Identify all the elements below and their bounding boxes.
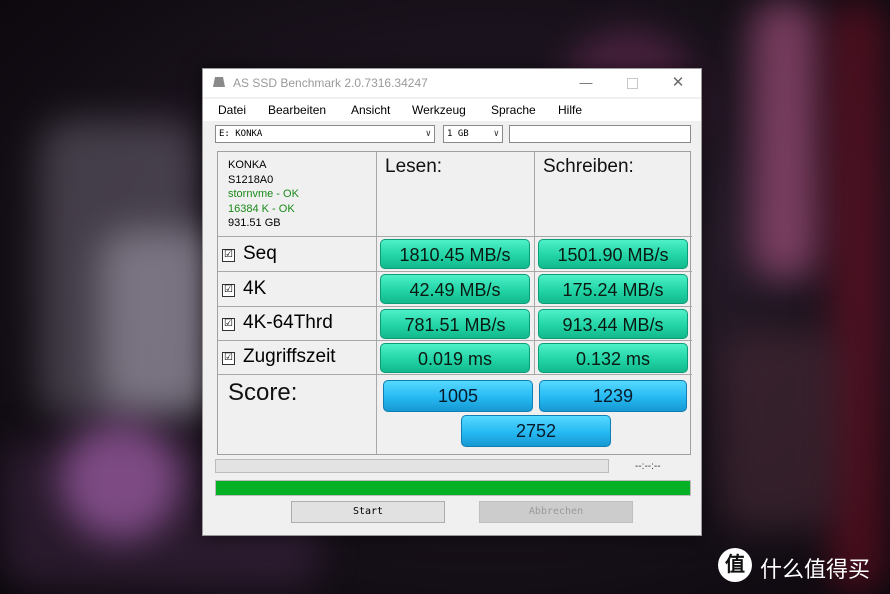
total-progress-bar — [215, 480, 691, 496]
4k64-test-label[interactable]: ☑ 4K-64Thrd — [222, 312, 333, 334]
start-button[interactable]: Start — [291, 501, 445, 523]
4k-label-text: 4K — [243, 278, 267, 299]
access-write-cell: 0.132 ms — [535, 341, 692, 375]
write-column-header: Schreiben: — [543, 156, 634, 177]
test-progress-bar — [215, 459, 609, 473]
chevron-down-icon: ∨ — [425, 129, 431, 139]
4k-read-result: 42.49 MB/s — [380, 274, 530, 304]
menu-ansicht[interactable]: Ansicht — [351, 103, 390, 117]
seq-write-result: 1501.90 MB/s — [538, 239, 688, 269]
menu-bar: Datei Bearbeiten Ansicht Werkzeug Sprach… — [203, 99, 701, 121]
drive-select-value: E: KONKA — [219, 129, 263, 139]
4k64-read-result: 781.51 MB/s — [380, 309, 530, 339]
access-read-result: 0.019 ms — [380, 343, 530, 373]
as-ssd-window: AS SSD Benchmark 2.0.7316.34247 — ✕ Date… — [202, 68, 702, 536]
size-select[interactable]: 1 GB ∨ — [443, 125, 503, 143]
drive-info-panel: KONKA S1218A0 stornvme - OK 16384 K - OK… — [218, 152, 377, 237]
drive-name: KONKA — [228, 159, 267, 171]
access-read-cell: 0.019 ms — [377, 341, 535, 375]
close-button[interactable]: ✕ — [655, 69, 701, 97]
4k-test-label[interactable]: ☑ 4K — [222, 278, 266, 300]
4k64-label-text: 4K-64Thrd — [243, 312, 333, 333]
checkbox-icon[interactable]: ☑ — [222, 318, 235, 331]
checkbox-icon[interactable]: ☑ — [222, 249, 235, 262]
chevron-down-icon: ∨ — [493, 129, 499, 139]
app-icon — [213, 77, 225, 87]
4k-write-result: 175.24 MB/s — [538, 274, 688, 304]
menu-sprache[interactable]: Sprache — [491, 103, 536, 117]
4k64-write-cell: 913.44 MB/s — [535, 307, 692, 341]
write-header-cell: Schreiben: — [535, 152, 692, 237]
seq-label-text: Seq — [243, 243, 277, 264]
4k-read-cell: 42.49 MB/s — [377, 272, 535, 307]
test-row-4k: ☑ 4K — [218, 272, 377, 307]
test-row-4k64: ☑ 4K-64Thrd — [218, 307, 377, 341]
seq-write-cell: 1501.90 MB/s — [535, 237, 692, 272]
abort-button[interactable]: Abbrechen — [479, 501, 633, 523]
checkbox-icon[interactable]: ☑ — [222, 352, 235, 365]
window-title: AS SSD Benchmark 2.0.7316.34247 — [233, 76, 428, 90]
menu-bearbeiten[interactable]: Bearbeiten — [268, 103, 326, 117]
size-select-value: 1 GB — [447, 129, 469, 139]
elapsed-time: --:--:-- — [635, 461, 661, 472]
total-progress-fill — [216, 481, 690, 495]
score-read: 1005 — [383, 380, 533, 412]
score-write: 1239 — [539, 380, 687, 412]
info-text-field[interactable] — [509, 125, 691, 143]
drive-firmware: S1218A0 — [228, 173, 274, 186]
score-label-cell: Score: — [218, 375, 377, 454]
seq-read-cell: 1810.45 MB/s — [377, 237, 535, 272]
alignment-status: 16384 K - OK — [228, 202, 295, 215]
drive-capacity: 931.51 GB — [228, 217, 281, 229]
test-row-access: ☑ Zugriffszeit — [218, 341, 377, 375]
read-column-header: Lesen: — [385, 156, 443, 177]
score-total: 2752 — [461, 415, 611, 447]
read-header-cell: Lesen: — [377, 152, 535, 237]
minimize-button[interactable]: — — [563, 69, 609, 97]
menu-datei[interactable]: Datei — [218, 103, 246, 117]
seq-test-label[interactable]: ☑ Seq — [222, 243, 277, 265]
score-panel: 1005 1239 2752 — [377, 375, 692, 454]
maximize-button[interactable] — [609, 69, 655, 97]
checkbox-icon[interactable]: ☑ — [222, 284, 235, 297]
4k64-read-cell: 781.51 MB/s — [377, 307, 535, 341]
results-grid: KONKA S1218A0 stornvme - OK 16384 K - OK… — [217, 151, 692, 455]
4k64-write-result: 913.44 MB/s — [538, 309, 688, 339]
4k-write-cell: 175.24 MB/s — [535, 272, 692, 307]
access-label-text: Zugriffszeit — [243, 346, 336, 367]
maximize-icon — [626, 78, 638, 90]
test-row-seq: ☑ Seq — [218, 237, 377, 272]
driver-status: stornvme - OK — [228, 188, 299, 200]
drive-select[interactable]: E: KONKA ∨ — [215, 125, 435, 143]
watermark-text: 什么值得买 — [760, 558, 871, 583]
access-test-label[interactable]: ☑ Zugriffszeit — [222, 346, 336, 368]
watermark-logo: 值 — [718, 548, 752, 582]
menu-werkzeug[interactable]: Werkzeug — [412, 103, 466, 117]
title-bar[interactable]: AS SSD Benchmark 2.0.7316.34247 — ✕ — [203, 69, 701, 97]
seq-read-result: 1810.45 MB/s — [380, 239, 530, 269]
score-label: Score: — [228, 379, 298, 406]
menu-hilfe[interactable]: Hilfe — [558, 103, 582, 117]
access-write-result: 0.132 ms — [538, 343, 688, 373]
